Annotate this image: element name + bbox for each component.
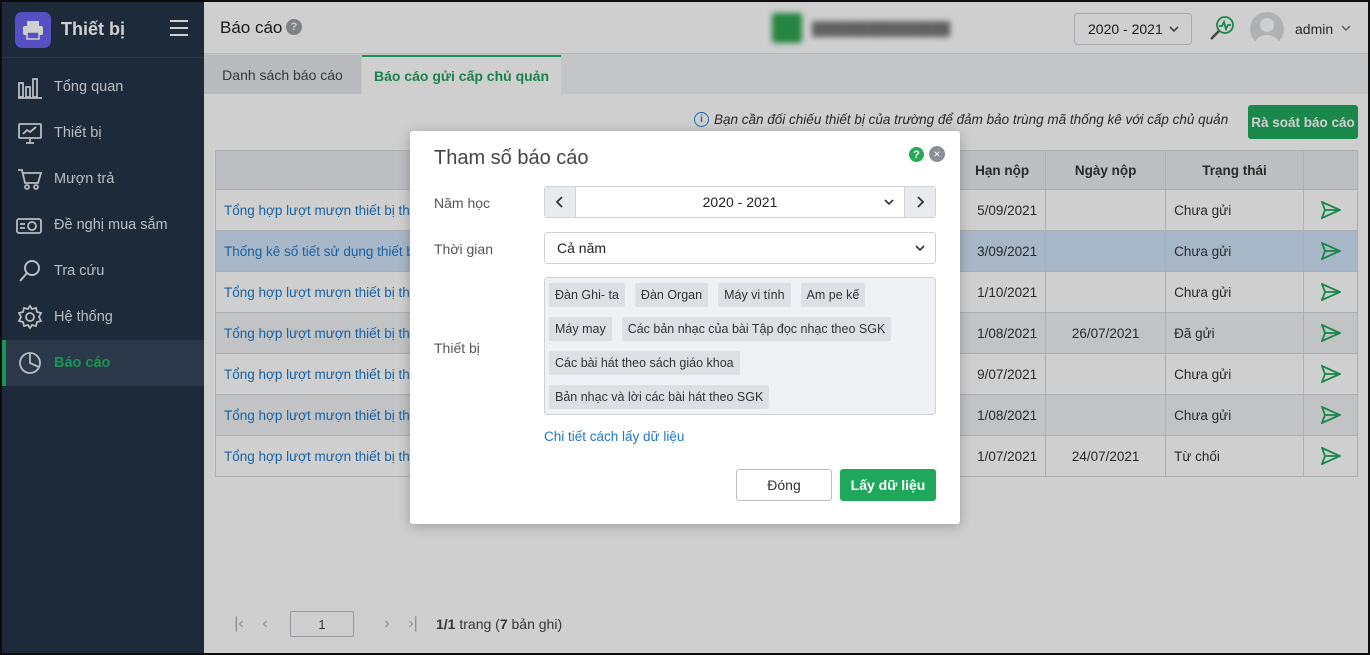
school-year-select[interactable]: 2020 - 2021: [575, 187, 905, 217]
equipment-tag[interactable]: Máy vi tính: [718, 283, 791, 307]
label-thoi-gian: Thời gian: [434, 241, 493, 257]
label-nam-hoc: Năm học: [434, 195, 491, 211]
label-thiet-bi: Thiết bị: [434, 340, 480, 356]
next-year-button[interactable]: [905, 187, 935, 217]
equipment-tag[interactable]: Máy may: [549, 317, 612, 341]
help-icon[interactable]: ?: [909, 147, 924, 162]
equipment-tag[interactable]: Các bản nhạc của bài Tập đọc nhạc theo S…: [621, 317, 892, 341]
close-icon[interactable]: ×: [929, 146, 945, 162]
report-params-modal: Tham số báo cáo ? × Năm học 2020 - 2021 …: [410, 131, 960, 524]
equipment-tag[interactable]: Đàn Ghi- ta: [549, 283, 625, 307]
time-select[interactable]: Cả năm: [544, 232, 936, 264]
equipment-tag[interactable]: Các bài hát theo sách giáo khoa: [549, 351, 740, 375]
data-detail-link[interactable]: Chi tiết cách lấy dữ liệu: [544, 429, 684, 444]
equipment-tags[interactable]: Đàn Ghi- ta Đàn Organ Máy vi tính Am pe kế M…: [544, 277, 936, 415]
chevron-down-icon: [915, 245, 925, 252]
school-year-stepper: 2020 - 2021: [544, 186, 936, 218]
get-data-button[interactable]: Lấy dữ liệu: [840, 469, 936, 501]
close-button[interactable]: Đóng: [736, 469, 832, 501]
modal-title: Tham số báo cáo: [434, 147, 589, 169]
time-select-value: Cả năm: [557, 240, 607, 256]
equipment-tag[interactable]: Am pe kế: [800, 283, 866, 307]
chevron-down-icon: [884, 199, 894, 206]
school-year-value: 2020 - 2021: [702, 194, 778, 210]
prev-year-button[interactable]: [545, 187, 575, 217]
equipment-tag[interactable]: Bản nhạc và lời các bài hát theo SGK: [549, 385, 770, 409]
equipment-tag[interactable]: Đàn Organ: [634, 283, 709, 307]
